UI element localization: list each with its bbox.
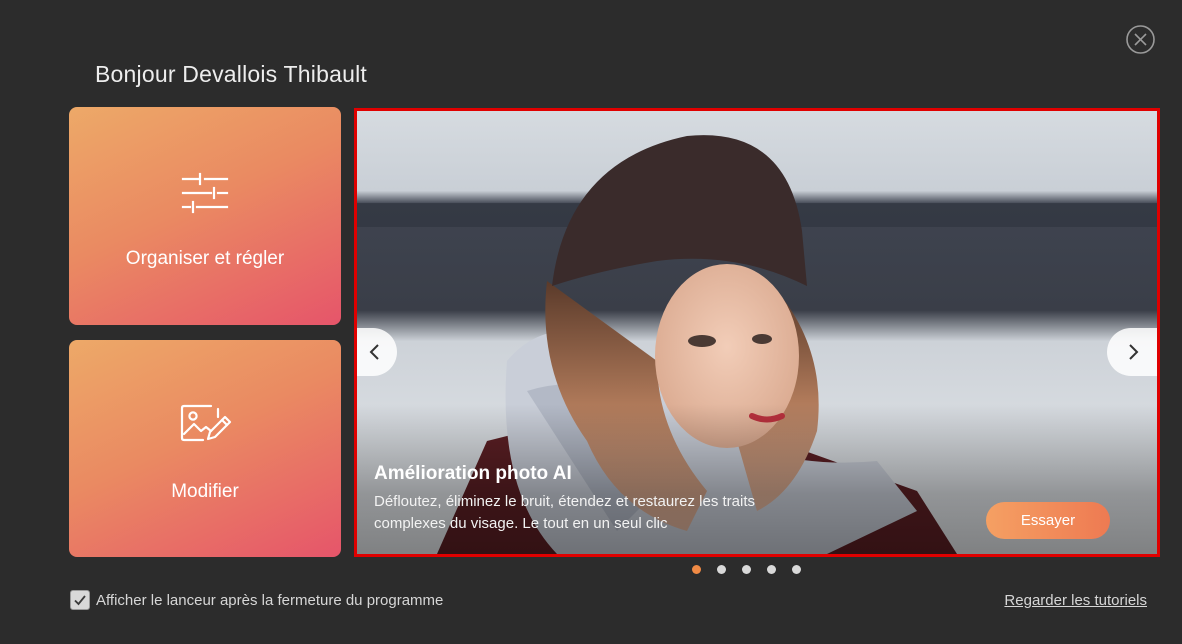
- image-edit-icon: [180, 404, 232, 442]
- carousel-dot-5[interactable]: [792, 565, 801, 574]
- close-icon: [1126, 25, 1155, 54]
- carousel-dot-3[interactable]: [742, 565, 751, 574]
- show-launcher-checkbox[interactable]: [70, 590, 90, 610]
- banner-description-line-1: Défloutez, éliminez le bruit, étendez et…: [374, 493, 756, 510]
- carousel-dot-4[interactable]: [767, 565, 776, 574]
- next-slide-button[interactable]: [1107, 328, 1157, 376]
- banner-description-line-2: complexes du visage. Le tout en un seul …: [374, 515, 668, 532]
- feature-banner[interactable]: Amélioration photo AI Défloutez, élimine…: [354, 108, 1160, 557]
- banner-title: Amélioration photo AI: [374, 463, 572, 484]
- show-launcher-label: Afficher le lanceur après la fermeture d…: [96, 592, 444, 609]
- checkmark-icon: [74, 595, 86, 606]
- chevron-right-icon: [1129, 344, 1139, 360]
- banner-description: Défloutez, éliminez le bruit, étendez et…: [374, 491, 804, 535]
- modify-card[interactable]: Modifier: [69, 340, 341, 557]
- greeting-title: Bonjour Devallois Thibault: [95, 61, 367, 87]
- chevron-left-icon: [369, 344, 379, 360]
- carousel-dot-2[interactable]: [717, 565, 726, 574]
- sliders-icon: [181, 172, 229, 214]
- modify-label: Modifier: [171, 481, 239, 502]
- close-button[interactable]: [1125, 24, 1156, 55]
- watch-tutorials-link[interactable]: Regarder les tutoriels: [1004, 592, 1147, 609]
- carousel-dot-1[interactable]: [692, 565, 701, 574]
- organize-adjust-card[interactable]: Organiser et régler: [69, 107, 341, 325]
- try-button[interactable]: Essayer: [986, 502, 1110, 539]
- organize-adjust-label: Organiser et régler: [125, 248, 285, 269]
